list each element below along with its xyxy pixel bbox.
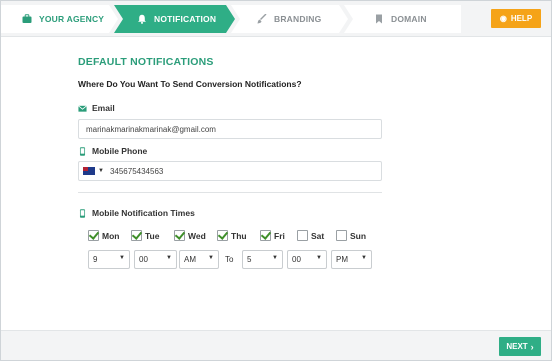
step-label: DOMAIN xyxy=(391,14,427,24)
email-label-text: Email xyxy=(92,103,115,113)
to-minute-select[interactable]: 00 ▼ xyxy=(287,250,327,269)
step-label: BRANDING xyxy=(274,14,322,24)
day-checkbox-wed[interactable]: Wed xyxy=(174,230,217,241)
to-ampm-select[interactable]: PM ▼ xyxy=(331,250,372,269)
next-label: NEXT xyxy=(506,342,528,351)
phone-label-text: Mobile Phone xyxy=(92,146,148,156)
wizard-header: YOUR AGENCY NOTIFICATION BRANDING DOMAIN xyxy=(1,1,551,37)
email-field[interactable]: marinakmarinakmarinak@gmail.com xyxy=(78,119,382,139)
day-label: Fri xyxy=(274,230,285,241)
times-label-text: Mobile Notification Times xyxy=(92,208,195,218)
chevron-down-icon: ▼ xyxy=(361,255,367,261)
chevron-down-icon[interactable]: ▼ xyxy=(98,168,104,174)
briefcase-icon xyxy=(22,14,32,23)
times-label: Mobile Notification Times xyxy=(78,208,195,218)
day-checkbox-tue[interactable]: Tue xyxy=(131,230,174,241)
bell-icon xyxy=(138,14,146,24)
mobile-phone-icon xyxy=(79,208,86,218)
select-value: AM xyxy=(184,255,196,264)
step-your-agency[interactable]: YOUR AGENCY xyxy=(1,5,118,33)
checkbox[interactable] xyxy=(131,230,142,241)
divider xyxy=(78,192,382,193)
question-circle-icon: ◉ xyxy=(499,14,507,23)
chevron-down-icon: ▼ xyxy=(119,255,125,261)
day-checkbox-fri[interactable]: Fri xyxy=(260,230,297,241)
email-label: Email xyxy=(78,103,115,113)
day-checkbox-thu[interactable]: Thu xyxy=(217,230,260,241)
day-checkbox-sun[interactable]: Sun xyxy=(336,230,376,241)
chevron-down-icon: ▼ xyxy=(208,255,214,261)
next-button[interactable]: NEXT › xyxy=(499,337,541,356)
from-ampm-select[interactable]: AM ▼ xyxy=(179,250,219,269)
phone-field[interactable]: ▼ 345675434563 xyxy=(78,161,382,181)
day-label: Tue xyxy=(145,230,160,241)
step-domain[interactable]: DOMAIN xyxy=(344,5,461,33)
from-minute-select[interactable]: 00 ▼ xyxy=(134,250,177,269)
checkbox[interactable] xyxy=(260,230,271,241)
help-label: HELP xyxy=(510,14,533,23)
select-value: PM xyxy=(336,255,348,264)
chevron-right-icon: › xyxy=(530,341,534,352)
day-label: Mon xyxy=(102,230,120,241)
select-value: 9 xyxy=(93,255,98,264)
checkbox[interactable] xyxy=(297,230,308,241)
help-button[interactable]: ◉ HELP xyxy=(491,9,541,28)
select-value: 00 xyxy=(139,255,148,264)
section-title: DEFAULT NOTIFICATIONS xyxy=(78,56,214,68)
to-hour-select[interactable]: 5 ▼ xyxy=(242,250,283,269)
bookmark-icon xyxy=(376,14,382,24)
brush-icon xyxy=(257,14,267,24)
step-label: YOUR AGENCY xyxy=(39,14,105,24)
from-hour-select[interactable]: 9 ▼ xyxy=(88,250,130,269)
day-label: Wed xyxy=(188,230,206,241)
phone-label: Mobile Phone xyxy=(78,146,147,156)
day-label: Thu xyxy=(231,230,247,241)
chevron-down-icon: ▼ xyxy=(166,255,172,261)
country-flag-icon[interactable] xyxy=(83,167,95,175)
day-label: Sun xyxy=(350,230,367,241)
step-notification[interactable]: NOTIFICATION xyxy=(114,5,235,33)
day-checkbox-group: Mon Tue Wed Thu Fri Sat Sun xyxy=(88,230,376,241)
mobile-phone-icon xyxy=(79,146,86,156)
step-branding[interactable]: BRANDING xyxy=(231,5,348,33)
select-value: 00 xyxy=(292,255,301,264)
to-label: To xyxy=(225,255,234,264)
footer-bar xyxy=(1,330,551,360)
checkbox[interactable] xyxy=(174,230,185,241)
envelope-icon xyxy=(78,104,87,112)
day-checkbox-mon[interactable]: Mon xyxy=(88,230,131,241)
select-value: 5 xyxy=(247,255,252,264)
chevron-down-icon: ▼ xyxy=(272,255,278,261)
email-value: marinakmarinakmarinak@gmail.com xyxy=(86,124,216,134)
checkbox[interactable] xyxy=(336,230,347,241)
question-text: Where Do You Want To Send Conversion Not… xyxy=(78,79,302,89)
day-checkbox-sat[interactable]: Sat xyxy=(297,230,336,241)
day-label: Sat xyxy=(311,230,325,241)
checkbox[interactable] xyxy=(217,230,228,241)
checkbox[interactable] xyxy=(88,230,99,241)
chevron-down-icon: ▼ xyxy=(316,255,322,261)
step-label: NOTIFICATION xyxy=(154,14,217,24)
phone-value: 345675434563 xyxy=(109,166,164,176)
